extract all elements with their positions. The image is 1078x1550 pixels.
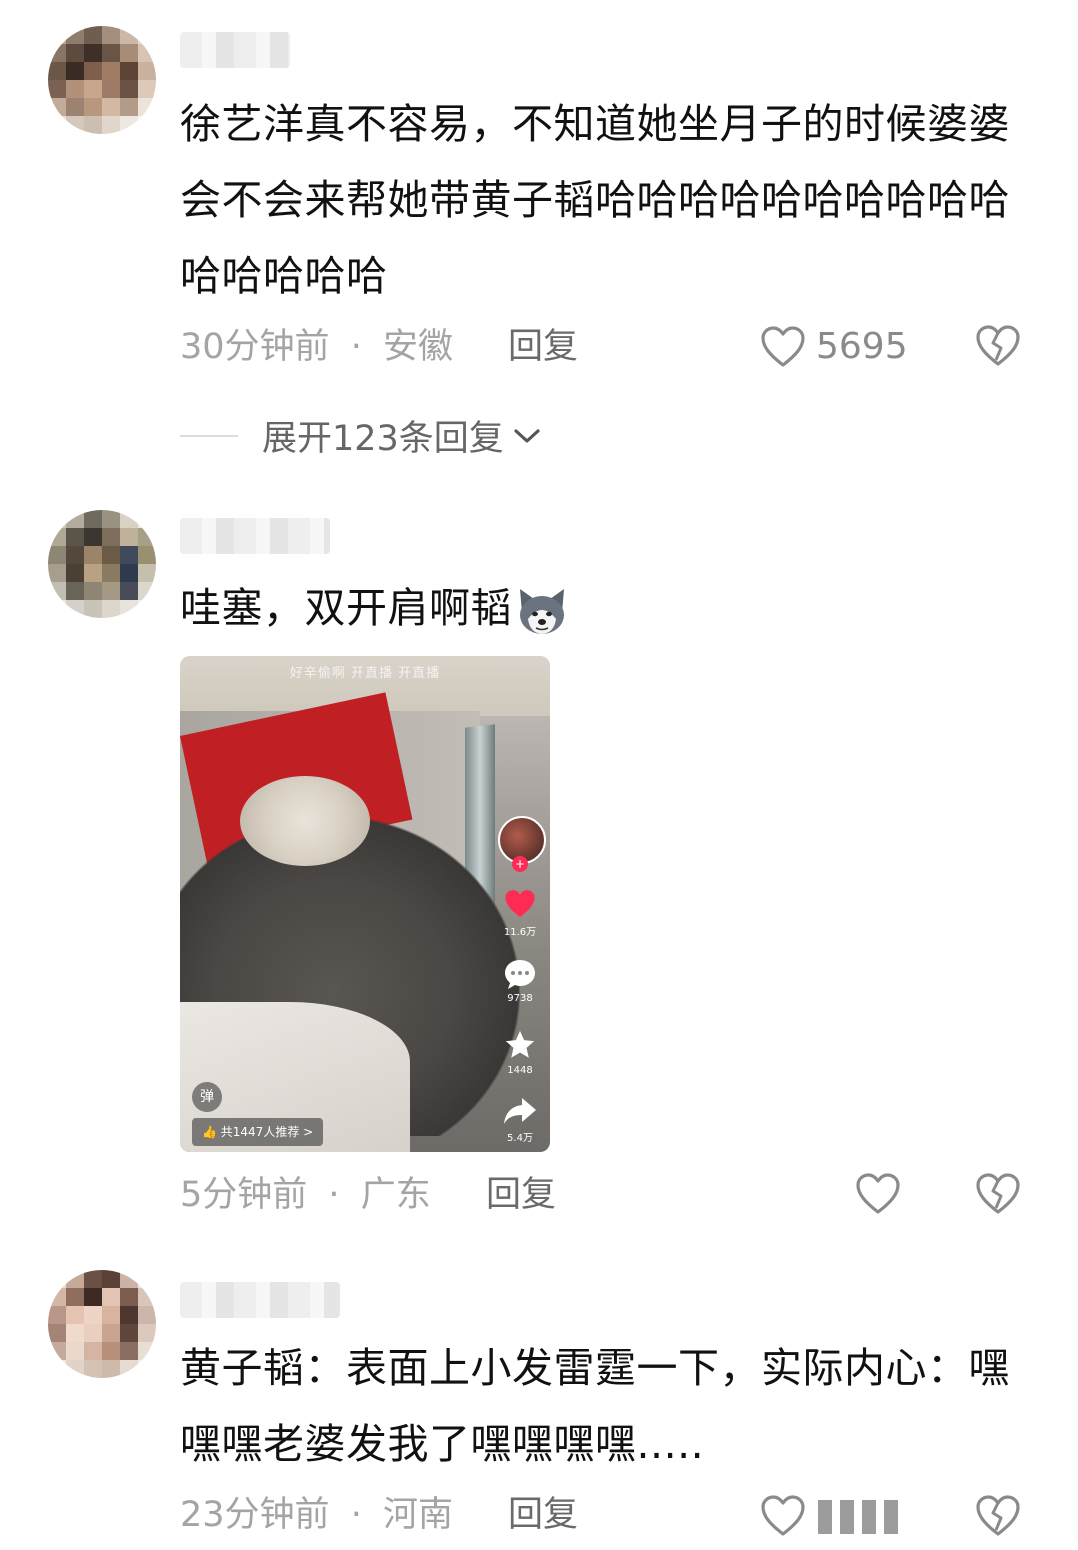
comment-text: 徐艺洋真不容易，不知道她坐月子的时候婆婆会不会来帮她带黄子韬哈哈哈哈哈哈哈哈哈哈… <box>180 100 1010 300</box>
avatar[interactable] <box>48 510 156 618</box>
expand-replies[interactable]: 展开123条回复 <box>180 410 542 461</box>
meta-separator: · <box>350 1495 362 1535</box>
like-button[interactable]: 5695 <box>760 322 908 372</box>
recommend-badge[interactable]: 👍 共1447人推荐 > <box>192 1118 324 1146</box>
comment-location: 河南 <box>382 1495 453 1535</box>
heart-filled-icon <box>505 890 535 918</box>
video-favorite-count: 1448 <box>507 1065 533 1076</box>
comment-time: 5分钟前 <box>180 1175 308 1215</box>
video-like-count: 11.6万 <box>503 927 537 938</box>
comment-text-body: 哇塞，双开肩啊韬 <box>180 584 512 632</box>
follow-plus-icon: + <box>512 856 528 872</box>
comment-time: 23分钟前 <box>180 1495 330 1535</box>
video-overlay-text: 好辛偷啊 开直播 开直播 <box>289 666 441 681</box>
comment-location: 广东 <box>360 1175 431 1215</box>
video-like[interactable]: 11.6万 <box>498 888 542 938</box>
video-favorite[interactable]: 1448 <box>498 1028 542 1076</box>
expand-divider <box>180 434 238 437</box>
broken-heart-icon[interactable] <box>975 1172 1021 1216</box>
reply-button[interactable]: 回复 <box>508 322 578 372</box>
heart-outline-icon <box>761 326 805 367</box>
video-thumbnail[interactable]: 好辛偷啊 开直播 开直播 + 11.6万 9738 1448 5.4万 弹 👍 … <box>180 656 550 1152</box>
comment-location: 安徽 <box>382 327 453 367</box>
reply-button[interactable]: 回复 <box>508 1490 578 1540</box>
heart-outline-icon[interactable] <box>760 1494 806 1538</box>
share-arrow-icon <box>504 1098 536 1124</box>
comment-text: 哇塞，双开肩啊韬 <box>180 570 1038 646</box>
username-blurred[interactable] <box>180 1282 340 1318</box>
comment-text: 黄子韬：表面上小发雷霆一下，实际内心：嘿嘿嘿老婆发我了嘿嘿嘿嘿..... <box>180 1344 1010 1468</box>
video-share[interactable]: 5.4万 <box>498 1096 542 1144</box>
meta-separator: · <box>328 1175 340 1215</box>
video-comment-count: 9738 <box>507 993 533 1004</box>
star-icon <box>505 1030 535 1058</box>
comment-meta: 23分钟前 · 河南 <box>180 1490 453 1540</box>
husky-dog-emoji <box>520 589 564 634</box>
recommend-text: 共1447人推荐 > <box>220 1125 314 1139</box>
like-count: 5695 <box>816 326 908 367</box>
reply-button[interactable]: 回复 <box>486 1170 556 1220</box>
danmu-button[interactable]: 弹 <box>192 1082 222 1112</box>
heart-outline-icon[interactable] <box>855 1172 901 1216</box>
broken-heart-icon[interactable] <box>975 1494 1021 1538</box>
broken-heart-icon[interactable] <box>975 324 1021 368</box>
thumbs-up-icon: 👍 <box>202 1125 217 1139</box>
avatar[interactable] <box>48 26 156 134</box>
comment-meta: 5分钟前 · 广东 <box>180 1170 431 1220</box>
video-comment[interactable]: 9738 <box>498 958 542 1004</box>
meta-separator: · <box>350 327 362 367</box>
like-count-cut <box>818 1500 906 1534</box>
comment-bubble-icon <box>505 960 535 989</box>
video-share-count: 5.4万 <box>507 1133 533 1144</box>
chevron-down-icon <box>514 428 540 443</box>
username-blurred[interactable] <box>180 32 290 68</box>
comment-time: 30分钟前 <box>180 327 330 367</box>
video-creator[interactable]: + <box>498 816 546 872</box>
username-blurred[interactable] <box>180 518 330 554</box>
comment-meta: 30分钟前 · 安徽 <box>180 322 453 372</box>
avatar[interactable] <box>48 1270 156 1378</box>
expand-label: 展开123条回复 <box>262 419 504 459</box>
video-person-hair <box>240 776 370 866</box>
